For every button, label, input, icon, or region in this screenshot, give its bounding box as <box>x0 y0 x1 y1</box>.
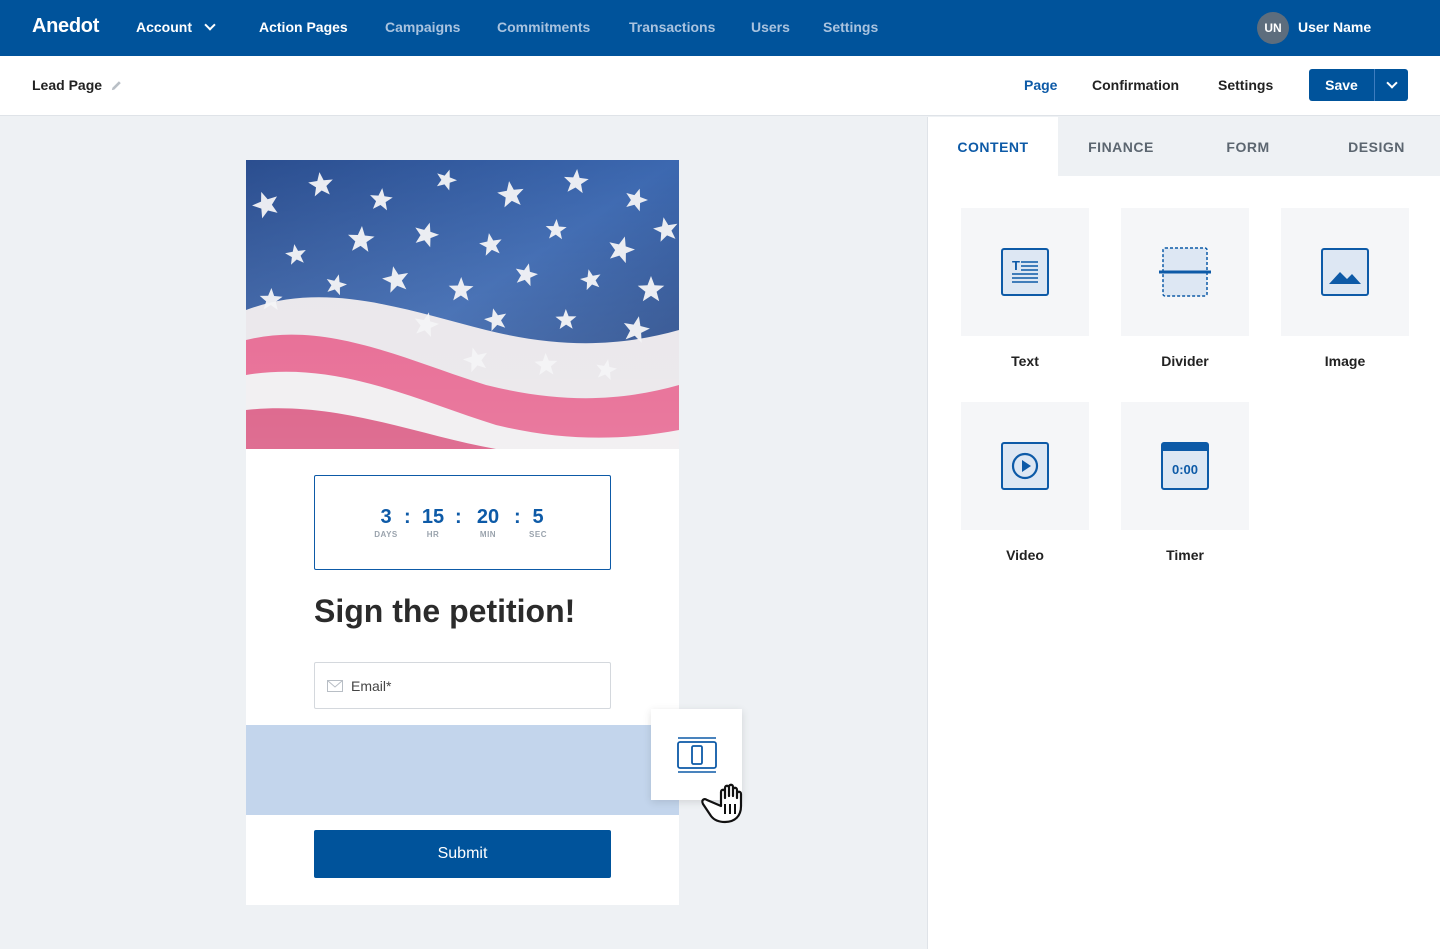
tab-finance[interactable]: FINANCE <box>1058 117 1184 176</box>
image-block-icon <box>1321 248 1369 296</box>
hero-image[interactable] <box>246 160 679 449</box>
divider-block-icon <box>1159 247 1211 297</box>
block-video-label: Video <box>1006 547 1044 563</box>
svg-text:T: T <box>1012 258 1020 273</box>
nav-account-label: Account <box>136 19 192 35</box>
save-button[interactable]: Save <box>1309 69 1408 101</box>
block-image[interactable] <box>1281 208 1409 336</box>
nav-users[interactable]: Users <box>751 19 790 35</box>
block-text-label: Text <box>1011 353 1039 369</box>
countdown-timer[interactable]: 3 DAYS : 15 HR : 20 MIN : 5 SEC <box>314 475 611 570</box>
save-button-label[interactable]: Save <box>1309 69 1375 101</box>
envelope-icon <box>327 679 343 692</box>
tab-page[interactable]: Page <box>1024 77 1057 93</box>
block-text[interactable]: T <box>961 208 1089 336</box>
editor-header: Lead Page Page Confirmation Settings Sav… <box>0 56 1440 116</box>
timer-minutes-value: 20 <box>476 506 500 528</box>
text-block-icon: T <box>1001 248 1049 296</box>
save-options-button[interactable] <box>1375 69 1408 101</box>
tab-confirmation[interactable]: Confirmation <box>1092 77 1179 93</box>
grab-cursor-icon <box>701 783 743 824</box>
timer-hours-value: 15 <box>421 506 445 528</box>
email-field[interactable] <box>314 662 611 709</box>
timer-seconds-value: 5 <box>532 506 544 528</box>
timer-days: 3 DAYS <box>366 506 406 539</box>
block-timer[interactable]: 0:00 <box>1121 402 1249 530</box>
block-divider-label: Divider <box>1161 353 1209 369</box>
petition-heading[interactable]: Sign the petition! <box>314 593 575 630</box>
page-title: Lead Page <box>32 77 123 93</box>
page-title-text: Lead Page <box>32 77 103 93</box>
top-navigation: Anedot Account Action Pages Campaigns Co… <box>0 0 1440 56</box>
timer-hours: 15 HR <box>413 506 453 539</box>
mobile-block-icon <box>676 736 717 773</box>
pencil-icon[interactable] <box>110 79 123 92</box>
timer-hours-label: HR <box>426 530 440 539</box>
nav-campaigns[interactable]: Campaigns <box>385 19 460 35</box>
timer-minutes-label: MIN <box>479 530 497 539</box>
nav-action-pages[interactable]: Action Pages <box>259 19 348 35</box>
tab-content[interactable]: CONTENT <box>928 117 1058 176</box>
timer-separator: : <box>404 506 411 528</box>
video-block-icon <box>1001 442 1049 490</box>
nav-transactions[interactable]: Transactions <box>629 19 715 35</box>
nav-account[interactable]: Account <box>136 18 216 35</box>
tab-design[interactable]: DESIGN <box>1312 117 1440 176</box>
tab-form[interactable]: FORM <box>1184 117 1312 176</box>
nav-commitments[interactable]: Commitments <box>497 19 590 35</box>
timer-block-icon: 0:00 <box>1161 442 1209 490</box>
timer-days-value: 3 <box>380 506 392 528</box>
chevron-down-icon <box>1385 76 1398 89</box>
user-name[interactable]: User Name <box>1298 19 1371 35</box>
timer-days-label: DAYS <box>374 530 398 539</box>
panel-tabs: CONTENT FINANCE FORM DESIGN <box>928 117 1440 176</box>
block-timer-label: Timer <box>1166 547 1204 563</box>
block-image-label: Image <box>1324 353 1366 369</box>
submit-button[interactable]: Submit <box>314 830 611 878</box>
block-divider[interactable] <box>1121 208 1249 336</box>
timer-minutes: 20 MIN <box>468 506 508 539</box>
timer-block-icon-text: 0:00 <box>1172 462 1198 477</box>
avatar[interactable]: UN <box>1257 12 1289 44</box>
tab-settings[interactable]: Settings <box>1218 77 1273 93</box>
email-input[interactable] <box>351 677 591 694</box>
drop-zone[interactable] <box>246 725 679 815</box>
chevron-down-icon <box>204 18 216 31</box>
timer-seconds: 5 SEC <box>518 506 558 539</box>
block-video[interactable] <box>961 402 1089 530</box>
nav-settings[interactable]: Settings <box>823 19 878 35</box>
flag-image <box>246 160 679 449</box>
timer-seconds-label: SEC <box>529 530 547 539</box>
timer-separator: : <box>455 506 462 528</box>
brand-logo[interactable]: Anedot <box>32 15 99 38</box>
block-panel: CONTENT FINANCE FORM DESIGN T Text Divid… <box>927 117 1440 949</box>
